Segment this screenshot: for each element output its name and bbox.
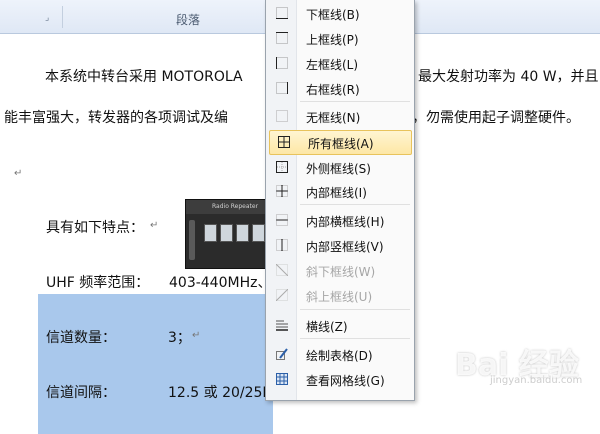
menu-item-diagonal-down-border[interactable]: 斜下框线(W) (268, 259, 412, 282)
inside-borders-icon (276, 185, 288, 197)
menu-item-label: 下框线(B) (306, 8, 360, 22)
uhf-label: UHF 频率范围： (46, 275, 150, 291)
paragraph-line-2-start: 能丰富强大，转发器的各项调试及编 (4, 110, 228, 126)
text-selection-highlight (38, 294, 273, 434)
paragraph-mark: ↵ (14, 168, 23, 179)
menu-item-label: 绘制表格(D) (306, 349, 373, 363)
menu-item-label: 查看网格线(G) (306, 374, 385, 388)
view-gridlines-icon (276, 373, 288, 385)
device-slot (252, 224, 265, 242)
paragraph-line-2-end: ，勿需使用起子调整硬件。 (412, 110, 580, 126)
borders-dropdown-menu: 下框线(B) 上框线(P) 左框线(L) 右框线(R) 无框线(N) 所有框线(… (265, 0, 415, 401)
right-border-icon (276, 82, 288, 94)
inside-vertical-border-icon (276, 239, 288, 251)
menu-item-outside-borders[interactable]: 外侧框线(S) (268, 156, 412, 179)
draw-table-icon (276, 348, 288, 360)
device-slot (204, 224, 217, 242)
diagonal-up-border-icon (276, 289, 288, 301)
menu-item-draw-table[interactable]: 绘制表格(D) (268, 343, 412, 366)
no-border-icon (276, 110, 288, 122)
menu-item-diagonal-up-border[interactable]: 斜上框线(U) (268, 284, 412, 307)
paragraph-mark: ↵ (192, 330, 201, 341)
menu-item-horizontal-line[interactable]: 横线(Z) (268, 314, 412, 337)
diagonal-down-border-icon (276, 264, 288, 276)
all-borders-icon (278, 136, 290, 148)
menu-item-inside-vertical-border[interactable]: 内部竖框线(V) (268, 234, 412, 257)
menu-item-bottom-border[interactable]: 下框线(B) (268, 2, 412, 25)
menu-item-view-gridlines[interactable]: 查看网格线(G) (268, 368, 412, 391)
repeater-device-image: Radio Repeater (185, 199, 272, 269)
device-slot (236, 224, 249, 242)
menu-item-label: 斜上框线(U) (306, 290, 373, 304)
outside-borders-icon (276, 161, 288, 173)
channels-label: 信道数量： (46, 330, 116, 346)
device-nameplate: Radio Repeater (186, 200, 271, 214)
ribbon-divider (62, 6, 63, 28)
menu-item-label: 无框线(N) (306, 111, 361, 125)
menu-item-label: 横线(Z) (306, 320, 348, 334)
menu-item-label: 外侧框线(S) (306, 162, 371, 176)
menu-item-label: 右框线(R) (306, 83, 360, 97)
menu-item-inside-borders[interactable]: 内部框线(I) (268, 180, 412, 203)
top-border-icon (276, 32, 288, 44)
paragraph-mark: ↵ (150, 220, 159, 231)
menu-divider (300, 338, 410, 339)
menu-item-no-border[interactable]: 无框线(N) (268, 105, 412, 128)
menu-item-right-border[interactable]: 右框线(R) (268, 77, 412, 100)
spacing-label: 信道间隔： (46, 385, 116, 401)
paragraph-line-1-end: 最大发射功率为 40 W，并且 (418, 69, 599, 85)
spacing-value: 12.5 或 20/25K (168, 385, 272, 401)
horizontal-line-icon (276, 319, 288, 331)
uhf-value: 403-440MHz、 (169, 275, 272, 291)
menu-item-left-border[interactable]: 左框线(L) (268, 52, 412, 75)
left-border-icon (276, 57, 288, 69)
device-slot (220, 224, 233, 242)
menu-item-label: 内部竖框线(V) (306, 240, 384, 254)
menu-item-label: 所有框线(A) (308, 137, 374, 151)
menu-item-label: 斜下框线(W) (306, 265, 376, 279)
dialog-launcher-icon[interactable]: ⌟ (45, 13, 55, 23)
menu-divider (300, 309, 410, 310)
inside-horizontal-border-icon (276, 214, 288, 226)
device-handle (189, 220, 195, 260)
baidu-watermark-url: jingyan.baidu.com (490, 375, 583, 386)
paragraph-line-1-start: 本系统中转台采用 MOTOROLA (45, 69, 243, 85)
menu-item-label: 左框线(L) (306, 58, 359, 72)
menu-item-label: 内部横框线(H) (306, 215, 385, 229)
channels-value: 3； (168, 330, 191, 346)
menu-item-all-borders[interactable]: 所有框线(A) (269, 130, 412, 155)
menu-item-top-border[interactable]: 上框线(P) (268, 27, 412, 50)
bottom-border-icon (276, 7, 288, 19)
menu-item-inside-horizontal-border[interactable]: 内部横框线(H) (268, 209, 412, 232)
menu-item-label: 内部框线(I) (306, 186, 367, 200)
menu-divider (300, 204, 410, 205)
ribbon-group-label: 段落 (176, 13, 201, 27)
menu-item-label: 上框线(P) (306, 33, 359, 47)
menu-divider (300, 101, 410, 102)
features-heading: 具有如下特点： (46, 220, 144, 236)
